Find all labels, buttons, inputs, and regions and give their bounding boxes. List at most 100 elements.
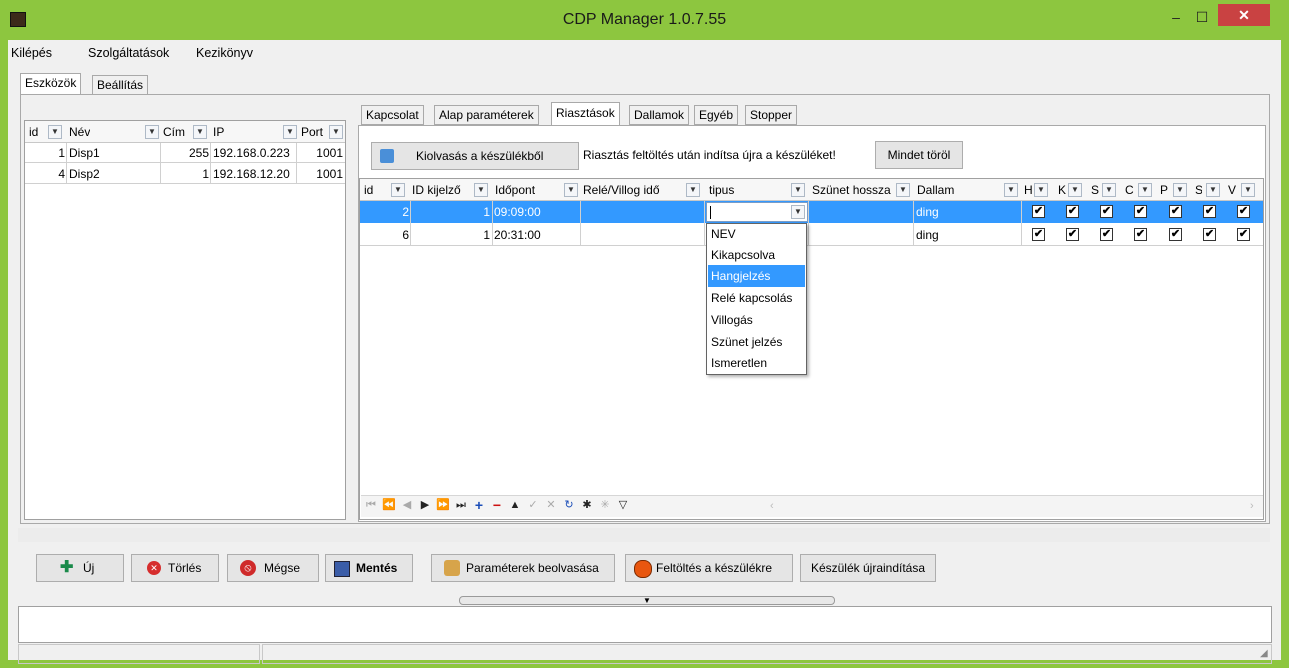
tab-eszkozok[interactable]: Eszközök bbox=[20, 73, 82, 95]
menu-kilepes[interactable]: Kilépés bbox=[11, 44, 52, 62]
prev-record-icon[interactable]: ◀ bbox=[399, 497, 415, 515]
col-header-ip: IP bbox=[213, 125, 225, 139]
dropdown-option[interactable]: NEV bbox=[708, 223, 805, 245]
new-button[interactable]: ✚ Új bbox=[36, 554, 124, 582]
dropdown-option[interactable]: Relé kapcsolás bbox=[708, 287, 805, 309]
menu-szolgaltatasok[interactable]: Szolgáltatások bbox=[88, 44, 169, 62]
day-checkbox[interactable]: ✔ bbox=[1237, 228, 1250, 241]
edit-record-icon[interactable]: ▲ bbox=[507, 497, 523, 515]
menu-kezikonyv[interactable]: Kezikönyv bbox=[196, 44, 253, 62]
filter-dropdown-icon[interactable]: ▼ bbox=[283, 125, 297, 139]
day-checkbox[interactable]: ✔ bbox=[1203, 205, 1216, 218]
day-checkbox[interactable]: ✔ bbox=[1134, 228, 1147, 241]
resize-grip-icon[interactable]: ◢ bbox=[1260, 648, 1272, 660]
delete-record-icon[interactable]: − bbox=[489, 497, 505, 515]
scroll-right-icon[interactable]: › bbox=[1250, 497, 1260, 515]
last-record-icon[interactable]: ⏭ bbox=[453, 497, 469, 515]
delete-button[interactable]: ✕ Törlés bbox=[131, 554, 219, 582]
cell-display: 1 bbox=[483, 228, 490, 242]
read-params-button[interactable]: Paraméterek beolvasása bbox=[431, 554, 615, 582]
day-checkbox[interactable]: ✔ bbox=[1169, 228, 1182, 241]
col-header-tipus: tipus bbox=[709, 183, 735, 197]
scroll-left-icon[interactable]: ‹ bbox=[770, 497, 780, 515]
filter-dropdown-icon[interactable]: ▼ bbox=[1068, 183, 1082, 197]
filter-dropdown-icon[interactable]: ▼ bbox=[329, 125, 343, 139]
filter-dropdown-icon[interactable]: ▼ bbox=[145, 125, 159, 139]
filter-dropdown-icon[interactable]: ▼ bbox=[193, 125, 207, 139]
cancel-button-label: Mégse bbox=[264, 561, 301, 575]
goto-bookmark-icon[interactable]: ✳ bbox=[597, 497, 613, 515]
day-checkbox[interactable]: ✔ bbox=[1066, 228, 1079, 241]
splitter-chevron-icon[interactable]: ▼ bbox=[459, 596, 835, 605]
column-divider bbox=[580, 201, 581, 246]
restart-device-button[interactable]: Készülék újraindítása bbox=[800, 554, 936, 582]
status-panel bbox=[262, 644, 1272, 664]
dropdown-option[interactable]: Villogás bbox=[708, 309, 805, 331]
close-button[interactable]: ✕ bbox=[1218, 4, 1270, 26]
maximize-button[interactable]: ☐ bbox=[1192, 6, 1212, 30]
add-record-icon[interactable]: + bbox=[471, 497, 487, 515]
tab-kapcsolat[interactable]: Kapcsolat bbox=[361, 105, 424, 125]
tab-egyeb[interactable]: Egyéb bbox=[694, 105, 739, 125]
type-combobox[interactable]: ▼ bbox=[706, 202, 808, 222]
post-record-icon[interactable]: ✓ bbox=[525, 497, 541, 515]
tab-riasztasok[interactable]: Riasztások bbox=[551, 102, 620, 126]
dropdown-option[interactable]: Kikapcsolva bbox=[708, 244, 805, 266]
filter-dropdown-icon[interactable]: ▼ bbox=[474, 183, 488, 197]
upload-button[interactable]: Feltöltés a készülékre bbox=[625, 554, 793, 582]
first-record-icon[interactable]: ⏮ bbox=[363, 497, 379, 515]
day-checkbox[interactable]: ✔ bbox=[1100, 205, 1113, 218]
column-divider bbox=[210, 143, 211, 184]
next-record-icon[interactable]: ▶ bbox=[417, 497, 433, 515]
dropdown-option[interactable]: Ismeretlen bbox=[708, 352, 805, 374]
filter-dropdown-icon[interactable]: ▼ bbox=[791, 183, 805, 197]
filter-dropdown-icon[interactable]: ▼ bbox=[1206, 183, 1220, 197]
filter-dropdown-icon[interactable]: ▼ bbox=[564, 183, 578, 197]
day-checkbox[interactable]: ✔ bbox=[1169, 205, 1182, 218]
minimize-button[interactable]: – bbox=[1166, 6, 1186, 30]
tab-beallitas[interactable]: Beállítás bbox=[92, 75, 149, 95]
refresh-icon[interactable]: ↻ bbox=[561, 497, 577, 515]
dropdown-option[interactable]: Szünet jelzés bbox=[708, 331, 805, 353]
delete-all-button[interactable]: Mindet töröl bbox=[875, 141, 963, 169]
filter-dropdown-icon[interactable]: ▼ bbox=[1102, 183, 1116, 197]
col-header-nev: Név bbox=[69, 125, 91, 139]
filter-dropdown-icon[interactable]: ▼ bbox=[1173, 183, 1187, 197]
save-button[interactable]: Mentés bbox=[325, 554, 413, 582]
column-divider bbox=[1021, 201, 1022, 246]
prev-page-icon[interactable]: ⏪ bbox=[381, 497, 397, 515]
tab-stopper[interactable]: Stopper bbox=[745, 105, 798, 125]
chevron-down-icon[interactable]: ▼ bbox=[791, 205, 805, 219]
dropdown-option-selected[interactable]: Hangjelzés bbox=[708, 265, 805, 287]
cancel-button[interactable]: ⦸ Mégse bbox=[227, 554, 319, 582]
next-page-icon[interactable]: ⏩ bbox=[435, 497, 451, 515]
day-checkbox[interactable]: ✔ bbox=[1237, 205, 1250, 218]
filter-dropdown-icon[interactable]: ▼ bbox=[48, 125, 62, 139]
filter-dropdown-icon[interactable]: ▼ bbox=[1034, 183, 1048, 197]
filter-dropdown-icon[interactable]: ▼ bbox=[1004, 183, 1018, 197]
filter-dropdown-icon[interactable]: ▼ bbox=[1241, 183, 1255, 197]
day-checkbox[interactable]: ✔ bbox=[1100, 228, 1113, 241]
separator bbox=[18, 528, 1270, 542]
bookmark-icon[interactable]: ✱ bbox=[579, 497, 595, 515]
tab-dallamok[interactable]: Dallamok bbox=[629, 105, 690, 125]
day-checkbox[interactable]: ✔ bbox=[1134, 205, 1147, 218]
cell-port: 1001 bbox=[316, 167, 343, 181]
cell-id: 2 bbox=[402, 205, 409, 219]
log-panel[interactable] bbox=[18, 606, 1272, 643]
day-checkbox[interactable]: ✔ bbox=[1203, 228, 1216, 241]
cancel-record-icon[interactable]: ✕ bbox=[543, 497, 559, 515]
day-checkbox[interactable]: ✔ bbox=[1032, 205, 1045, 218]
day-checkbox[interactable]: ✔ bbox=[1066, 205, 1079, 218]
filter-dropdown-icon[interactable]: ▼ bbox=[391, 183, 405, 197]
read-from-device-button[interactable]: Kiolvasás a készülékből bbox=[371, 142, 579, 170]
cell-melody: ding bbox=[916, 228, 939, 242]
cell-cim: 1 bbox=[202, 167, 209, 181]
filter-dropdown-icon[interactable]: ▼ bbox=[896, 183, 910, 197]
day-checkbox[interactable]: ✔ bbox=[1032, 228, 1045, 241]
filter-dropdown-icon[interactable]: ▼ bbox=[686, 183, 700, 197]
filter-dropdown-icon[interactable]: ▼ bbox=[1138, 183, 1152, 197]
filter-icon[interactable]: ▽ bbox=[615, 497, 631, 515]
column-divider bbox=[808, 201, 809, 246]
tab-alap-parameterek[interactable]: Alap paraméterek bbox=[434, 105, 539, 125]
